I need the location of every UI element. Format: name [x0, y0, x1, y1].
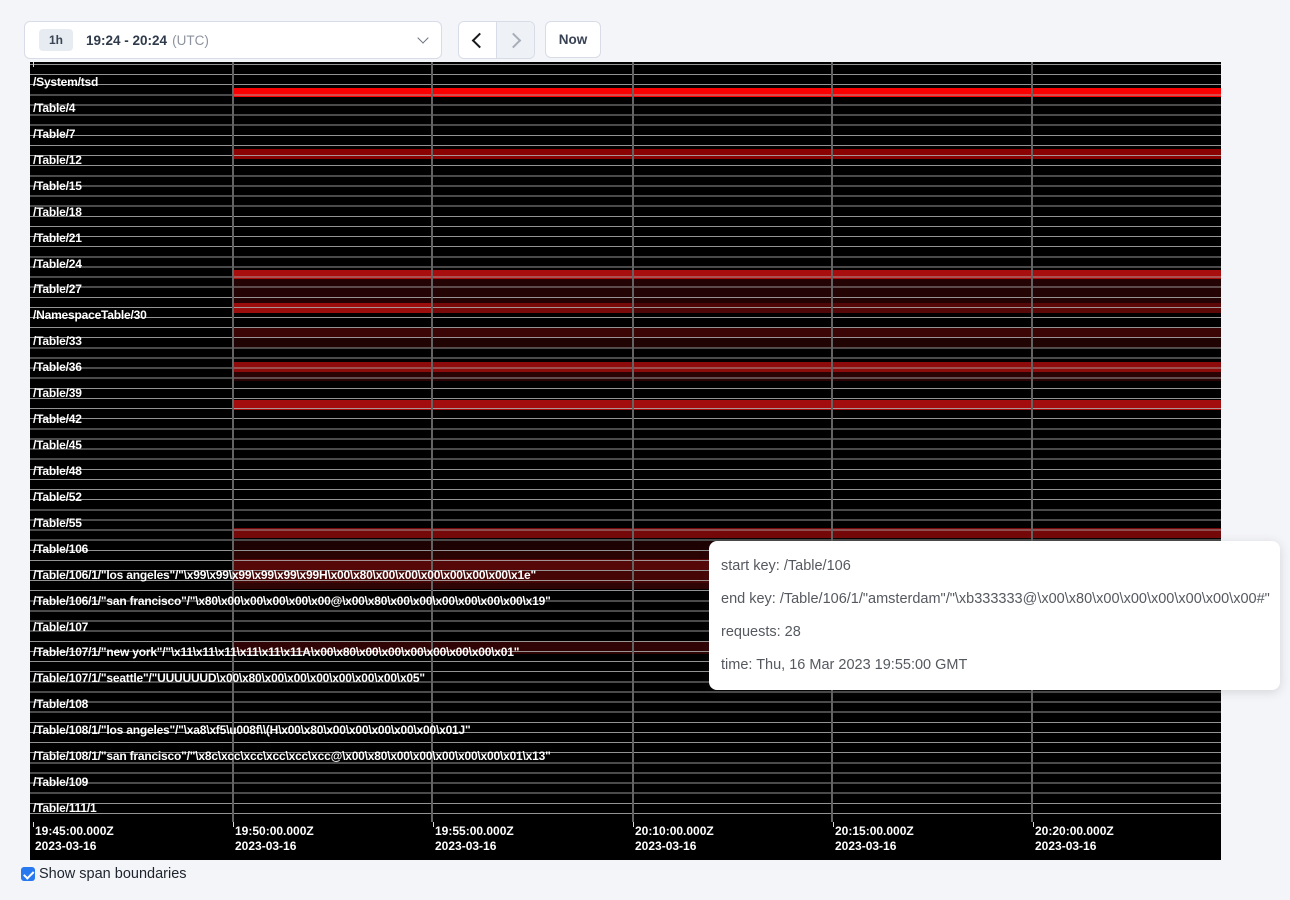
- key-span-label: /Table/52: [33, 491, 82, 504]
- time-gridline: [431, 62, 433, 822]
- axis-time-label: 19:45:00.000Z: [35, 824, 114, 839]
- axis-tick: [833, 822, 834, 827]
- key-span-label: /Table/18: [33, 206, 82, 219]
- axis-tick: [433, 822, 434, 827]
- axis-date-label: 2023-03-16: [35, 839, 96, 854]
- next-interval-button[interactable]: [496, 22, 534, 58]
- hot-span-band[interactable]: [232, 400, 1221, 410]
- key-span-label: /Table/27: [33, 283, 82, 296]
- key-span-label: /Table/42: [33, 413, 82, 426]
- key-span-label: /Table/106/1/"san francisco"/"\x80\x00\x…: [33, 595, 551, 608]
- hot-span-band[interactable]: [232, 338, 1221, 348]
- axis-tick: [33, 822, 34, 827]
- key-span-label: /Table/107/1/"seattle"/"UUUUUUD\x00\x80\…: [33, 672, 425, 685]
- time-nav-button-group: [458, 21, 535, 59]
- axis-tick: [33, 62, 34, 67]
- hot-span-band[interactable]: [232, 149, 1221, 159]
- key-span-label: /Table/106: [33, 543, 88, 556]
- hot-span-band[interactable]: [232, 528, 1221, 538]
- axis-date-label: 2023-03-16: [635, 839, 696, 854]
- hot-span-band[interactable]: [232, 362, 1221, 372]
- axis-date-label: 2023-03-16: [835, 839, 896, 854]
- time-range-text: 19:24 - 20:24: [86, 33, 167, 48]
- checkbox-checked-icon[interactable]: [21, 867, 35, 881]
- key-span-label: /Table/33: [33, 335, 82, 348]
- time-preset-badge: 1h: [39, 29, 73, 51]
- hot-span-band[interactable]: [232, 372, 1221, 381]
- hot-span-band[interactable]: [232, 279, 1221, 303]
- hot-span-band[interactable]: [232, 303, 1221, 313]
- key-span-label: /Table/45: [33, 439, 82, 452]
- hot-span-segment: [632, 303, 831, 313]
- chevron-down-icon: [417, 32, 428, 43]
- time-gridline: [831, 62, 833, 822]
- key-span-label: /Table/21: [33, 232, 82, 245]
- key-span-label: /Table/55: [33, 517, 82, 530]
- key-span-label: /Table/4: [33, 102, 75, 115]
- axis-time-label: 20:10:00.000Z: [635, 824, 714, 839]
- previous-interval-button[interactable]: [459, 22, 496, 58]
- key-span-label: /Table/108: [33, 698, 88, 711]
- axis-time-label: 19:50:00.000Z: [235, 824, 314, 839]
- key-visualizer-heatmap[interactable]: /System/tsd/Table/4/Table/7/Table/12/Tab…: [30, 62, 1221, 860]
- key-span-label: /Table/48: [33, 465, 82, 478]
- show-span-boundaries-toggle[interactable]: Show span boundaries: [21, 866, 187, 882]
- key-span-label: /Table/106/1/"los angeles"/"\x99\x99\x99…: [33, 569, 536, 582]
- key-span-label: /Table/109: [33, 776, 88, 789]
- tooltip-time: time: Thu, 16 Mar 2023 19:55:00 GMT: [721, 655, 1268, 675]
- key-span-label: /NamespaceTable/30: [33, 309, 147, 322]
- key-span-label: /Table/7: [33, 128, 75, 141]
- axis-time-label: 20:20:00.000Z: [1035, 824, 1114, 839]
- axis-date-label: 2023-03-16: [235, 839, 296, 854]
- hot-span-segment: [1031, 303, 1221, 313]
- tooltip-end-key: end key: /Table/106/1/"amsterdam"/"\xb33…: [721, 589, 1268, 609]
- span-tooltip: start key: /Table/106 end key: /Table/10…: [709, 541, 1280, 690]
- now-button[interactable]: Now: [545, 21, 601, 58]
- axis-tick: [233, 822, 234, 827]
- chevron-left-icon: [472, 32, 488, 48]
- hot-span-band[interactable]: [232, 328, 1221, 338]
- key-span-label: /Table/111/1: [33, 802, 96, 815]
- key-span-label: /Table/107/1/"new york"/"\x11\x11\x11\x1…: [33, 646, 519, 659]
- time-range-select[interactable]: 1h 19:24 - 20:24 (UTC): [24, 21, 442, 59]
- time-gridline: [1031, 62, 1033, 822]
- axis-time-label: 20:15:00.000Z: [835, 824, 914, 839]
- timezone-text: (UTC): [172, 33, 209, 48]
- key-span-label: /Table/39: [33, 387, 82, 400]
- axis-date-label: 2023-03-16: [435, 839, 496, 854]
- key-span-label: /Table/36: [33, 361, 82, 374]
- tooltip-start-key: start key: /Table/106: [721, 556, 1268, 576]
- key-span-label: /Table/15: [33, 180, 82, 193]
- tooltip-requests: requests: 28: [721, 622, 1268, 642]
- axis-date-label: 2023-03-16: [1035, 839, 1096, 854]
- span-boundary-lines-overlay: [30, 64, 1221, 822]
- hot-span-segment: [431, 303, 632, 313]
- checkbox-label: Show span boundaries: [39, 866, 187, 882]
- axis-time-label: 19:55:00.000Z: [435, 824, 514, 839]
- key-span-label: /Table/12: [33, 154, 82, 167]
- time-gridline: [632, 62, 634, 822]
- axis-tick: [1033, 822, 1034, 827]
- heatmap-plot-area[interactable]: /System/tsd/Table/4/Table/7/Table/12/Tab…: [30, 62, 1221, 822]
- key-span-label: /Table/108/1/"los angeles"/"\xa8\xf5\u00…: [33, 724, 471, 737]
- hot-span-band[interactable]: [232, 270, 1221, 279]
- hot-span-segment: [232, 303, 431, 313]
- key-span-label: /Table/24: [33, 258, 82, 271]
- key-span-label: /Table/107: [33, 621, 88, 634]
- chevron-right-icon: [506, 32, 522, 48]
- axis-tick: [633, 822, 634, 827]
- key-span-label: /System/tsd: [33, 76, 98, 89]
- time-gridline: [232, 62, 234, 822]
- hot-span-segment: [831, 303, 1031, 313]
- key-span-label: /Table/108/1/"san francisco"/"\x8c\xcc\x…: [33, 750, 551, 763]
- hot-span-band[interactable]: [232, 88, 1221, 97]
